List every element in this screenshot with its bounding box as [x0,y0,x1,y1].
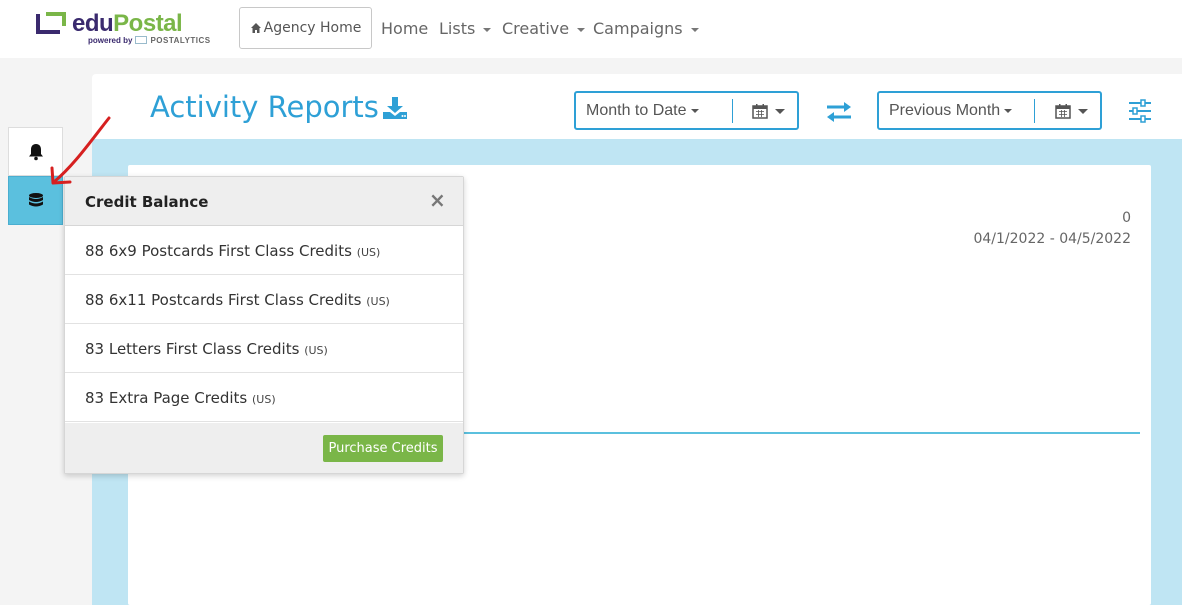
agency-home-button[interactable]: Agency Home [239,7,372,49]
primary-range-select[interactable]: Month to Date [586,102,699,120]
popover-header: Credit Balance × [65,177,463,226]
credit-item-region: (US) [356,246,381,259]
report-value: 0 [1122,210,1131,226]
compare-range-select[interactable]: Previous Month [889,102,1013,120]
powered-by-text: powered by [88,36,133,45]
compare-range-picker: Previous Month [877,91,1102,130]
credit-item-text: 83 Letters First Class Credits (US) [85,340,328,358]
credit-item-text: 83 Extra Page Credits (US) [85,389,276,407]
chevron-down-icon [690,108,699,113]
credit-item-label: 83 Extra Page Credits [85,389,248,407]
credit-item-region: (US) [304,344,328,357]
calendar-icon[interactable] [752,103,768,119]
credit-item: 83 Extra Page Credits (US) [65,373,463,422]
chevron-down-icon [1078,109,1088,114]
page-title: Activity Reports [150,90,379,124]
calendar-icon[interactable] [1055,103,1071,119]
divider [1034,99,1035,123]
logo-mark-icon [36,12,66,34]
logo-postal-text: Postal [113,10,183,37]
compare-range-label: Previous Month [889,102,1001,119]
envelope-icon [135,36,148,44]
credit-balance-popover: Credit Balance × 88 6x9 Postcards First … [64,176,464,474]
report-chart-line [445,432,1140,434]
divider [732,99,733,123]
download-icon[interactable] [382,95,408,121]
credit-item-region: (US) [252,393,276,406]
nav-campaigns-label: Campaigns [593,19,683,38]
primary-range-picker: Month to Date [574,91,799,130]
brand-logo[interactable]: eduPostal powered by POSTALYTICS [36,10,210,50]
purchase-credits-button[interactable]: Purchase Credits [323,435,443,462]
credit-item-label: 88 6x11 Postcards First Class Credits [85,291,362,309]
credit-item: 88 6x9 Postcards First Class Credits (US… [65,226,463,275]
logo-edu-text: edu [72,10,114,37]
home-icon [250,23,261,33]
nav-lists[interactable]: Lists [439,19,492,38]
nav-creative-label: Creative [502,19,570,38]
popover-footer: Purchase Credits [65,423,463,473]
credit-item-region: (US) [366,295,390,308]
close-icon[interactable]: × [429,190,446,210]
chevron-down-icon [775,109,785,114]
credit-item-text: 88 6x11 Postcards First Class Credits (U… [85,291,390,309]
nav-campaigns[interactable]: Campaigns [593,19,699,38]
nav-creative[interactable]: Creative [502,19,586,38]
nav-home[interactable]: Home [381,19,428,38]
chevron-down-icon [483,27,492,32]
database-icon [28,192,43,206]
credit-item-text: 88 6x9 Postcards First Class Credits (US… [85,242,380,260]
chevron-down-icon [690,27,699,32]
credit-item-label: 83 Letters First Class Credits [85,340,300,358]
credit-item-label: 88 6x9 Postcards First Class Credits [85,242,352,260]
report-date-range: 04/1/2022 - 04/5/2022 [973,231,1131,247]
popover-title: Credit Balance [85,193,209,211]
agency-home-label: Agency Home [263,20,362,36]
partner-name: POSTALYTICS [150,36,211,45]
swap-arrows-icon[interactable] [825,100,853,124]
sliders-icon[interactable] [1128,99,1152,123]
powered-by: powered by POSTALYTICS [88,36,211,45]
logo-text: eduPostal [72,10,183,38]
primary-range-label: Month to Date [586,102,687,119]
credit-item: 88 6x11 Postcards First Class Credits (U… [65,275,463,324]
annotation-arrow-icon [50,116,111,185]
chevron-down-icon [577,27,586,32]
credit-item: 83 Letters First Class Credits (US) [65,324,463,373]
top-navbar: eduPostal powered by POSTALYTICS Agency H… [0,0,1182,58]
nav-lists-label: Lists [439,19,476,38]
chevron-down-icon [1004,108,1013,113]
